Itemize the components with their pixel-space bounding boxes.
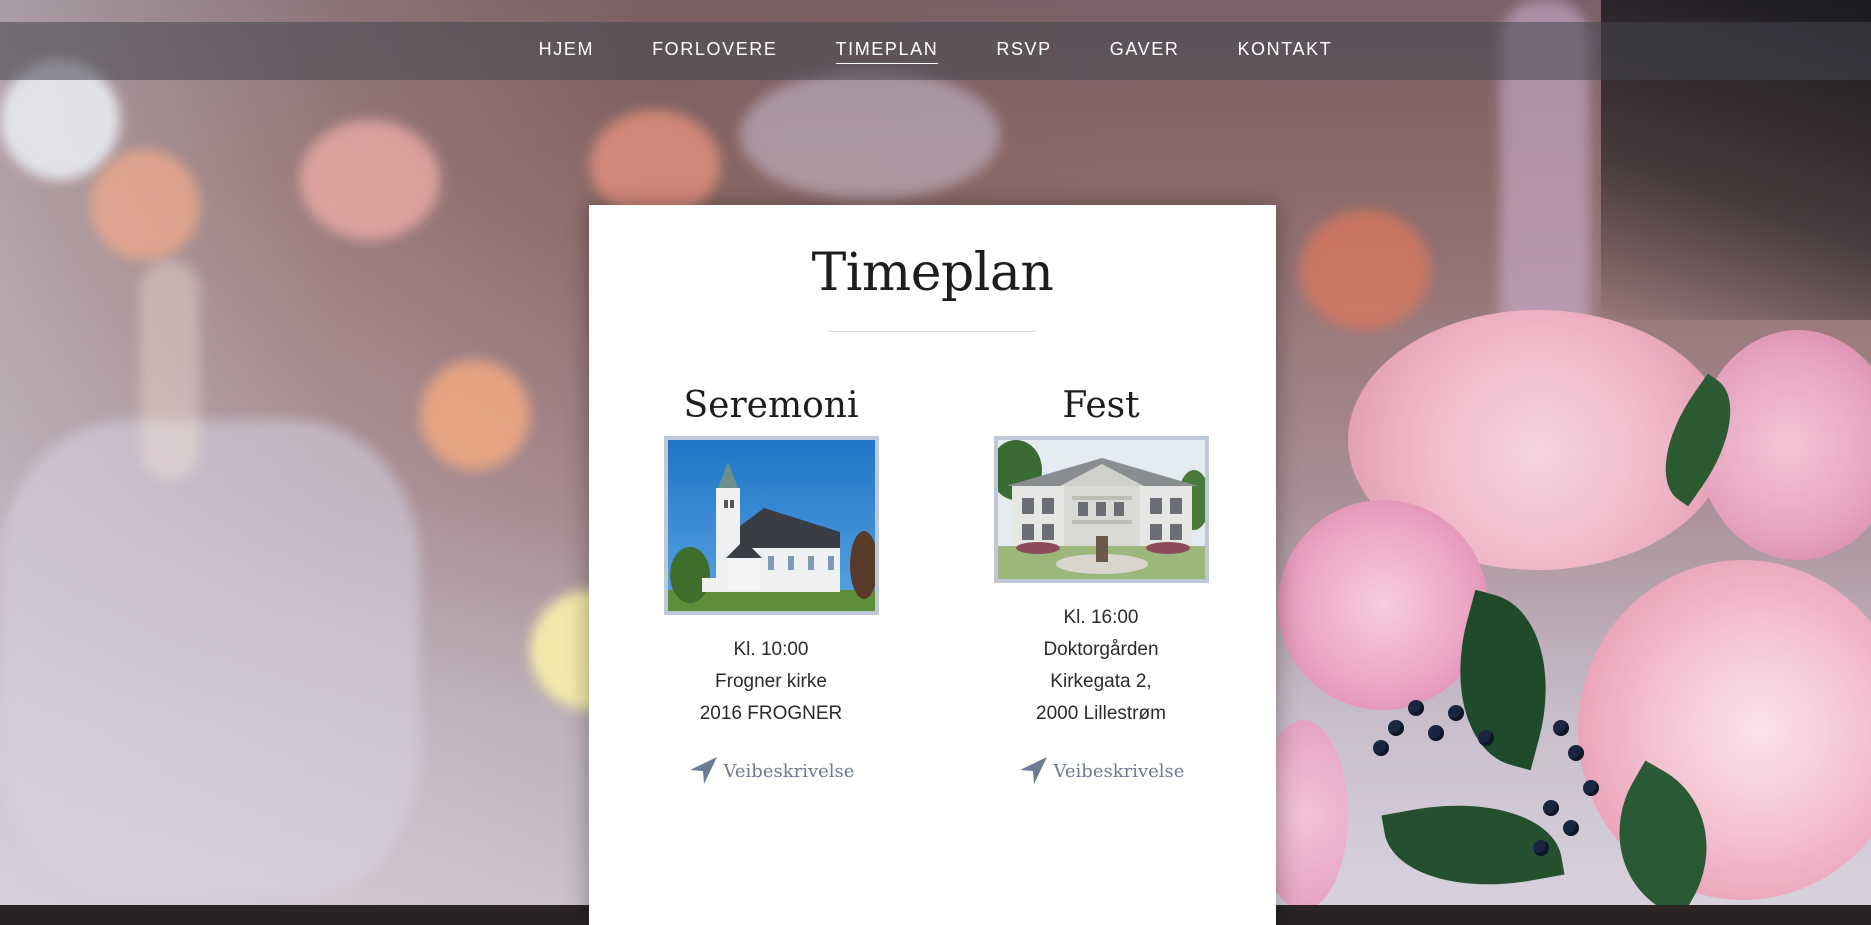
nav-item-rsvp[interactable]: RSVP	[996, 39, 1051, 63]
event-time: Kl. 10:00	[733, 639, 809, 660]
church-photo	[663, 436, 879, 615]
main-nav: HJEM FORLOVERE TIMEPLAN RSVP GAVER KONTA…	[0, 22, 1871, 80]
event-time: Kl. 16:00	[1063, 607, 1139, 628]
event-postcode: 2016 FROGNER	[699, 703, 843, 724]
directions-link[interactable]: Veibeskrivelse	[1018, 756, 1185, 786]
event-postcode: 2000 Lillestrøm	[1036, 703, 1166, 724]
event-venue: Frogner kirke	[715, 671, 827, 692]
event-title: Seremoni	[683, 385, 859, 426]
navigation-arrow-icon	[1019, 757, 1047, 784]
nav-item-gaver[interactable]: GAVER	[1110, 39, 1180, 63]
nav-item-kontakt[interactable]: KONTAKT	[1237, 39, 1332, 63]
event-ceremony: Seremoni Kl. 10:00 Frogner kirke 2016 FR…	[641, 385, 901, 791]
event-party: Fest Kl. 16:00 Doktorgården Kirkegata 2,…	[971, 385, 1231, 791]
nav-item-forlovere[interactable]: FORLOVERE	[652, 39, 777, 63]
event-title: Fest	[1062, 385, 1140, 426]
schedule-card: Timeplan Seremoni Kl. 10:00 Frogner kirk…	[589, 205, 1276, 925]
title-divider	[828, 331, 1036, 332]
directions-label: Veibeskrivelse	[723, 760, 855, 782]
nav-item-timeplan[interactable]: TIMEPLAN	[835, 39, 939, 64]
directions-link[interactable]: Veibeskrivelse	[688, 756, 855, 786]
flower-bouquet	[1258, 300, 1871, 905]
event-info: Kl. 16:00 Doktorgården Kirkegata 2, 2000…	[971, 602, 1231, 730]
directions-label: Veibeskrivelse	[1053, 760, 1185, 782]
event-info: Kl. 10:00 Frogner kirke 2016 FROGNER	[641, 634, 901, 730]
navigation-arrow-icon	[689, 757, 717, 784]
page-title: Timeplan	[811, 243, 1054, 303]
event-venue: Doktorgården	[1043, 639, 1159, 660]
venue-photo	[993, 436, 1209, 583]
event-street: Kirkegata 2,	[1050, 671, 1152, 692]
nav-item-hjem[interactable]: HJEM	[539, 39, 594, 63]
